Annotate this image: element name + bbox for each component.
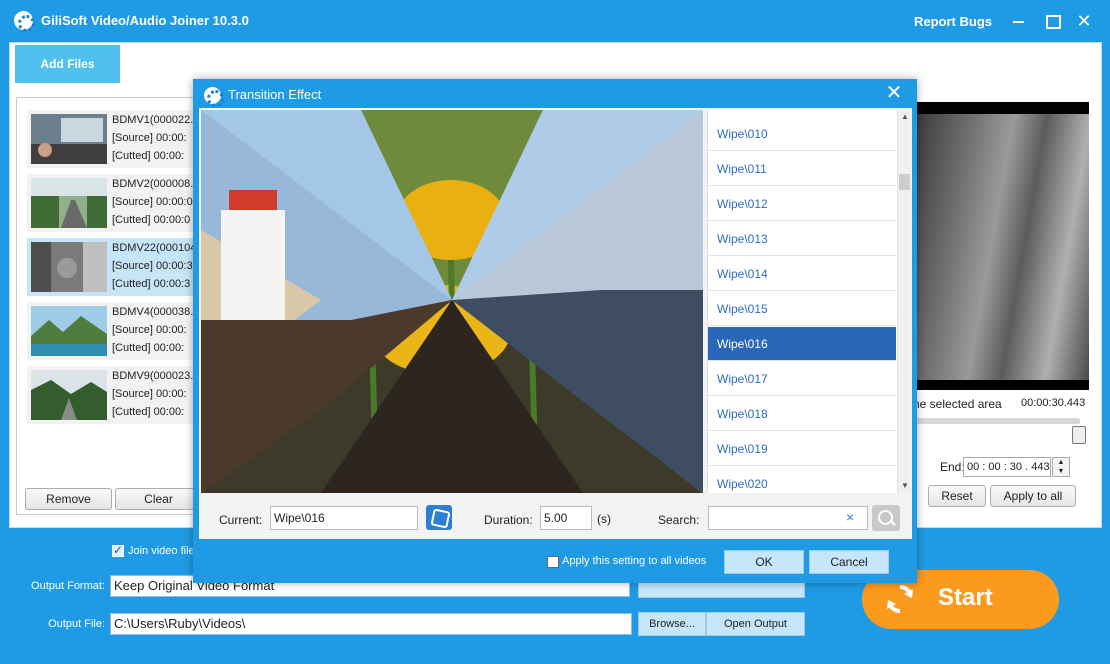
file-cutted-duration: [Cutted] 00:00:3: [112, 278, 191, 290]
list-item[interactable]: Wipe\011: [708, 152, 896, 186]
effect-list[interactable]: Wipe\010 Wipe\011 Wipe\012 Wipe\013 Wipe…: [707, 110, 910, 493]
reset-button[interactable]: Reset: [928, 485, 986, 507]
list-item[interactable]: Wipe\017: [708, 362, 896, 396]
transition-preview: [201, 110, 703, 493]
clear-button[interactable]: Clear: [115, 488, 202, 510]
transition-effect-dialog: Transition Effect ✕ Wipe\010 Wipe\011 Wi…: [193, 79, 917, 583]
list-item[interactable]: Wipe\016: [708, 327, 896, 361]
apply-all-checkbox[interactable]: [547, 556, 559, 568]
close-icon[interactable]: ✕: [1075, 12, 1093, 30]
end-label: End:: [940, 460, 965, 474]
dialog-title: Transition Effect: [228, 87, 322, 102]
file-cutted-duration: [Cutted] 00:00:: [112, 342, 185, 354]
random-dice-icon[interactable]: [426, 505, 452, 530]
output-file-label: Output File:: [48, 618, 105, 630]
apply-to-all-button[interactable]: Apply to all: [990, 485, 1076, 507]
list-item[interactable]: Wipe\018: [708, 397, 896, 431]
search-label: Search:: [658, 513, 700, 527]
duration-label: Duration:: [484, 513, 533, 527]
scroll-up-icon[interactable]: ▲: [898, 110, 910, 124]
search-icon[interactable]: [872, 505, 900, 531]
duration-field[interactable]: 5.00: [540, 506, 592, 530]
title-bar: GiliSoft Video/Audio Joiner 10.3.0 Repor…: [0, 0, 1110, 42]
file-list[interactable]: BDMV1(000022.6 [Source] 00:00: [Cutted] …: [16, 97, 216, 515]
trim-end-handle[interactable]: [1072, 426, 1086, 444]
dialog-logo-icon: [204, 87, 224, 107]
current-effect-field[interactable]: Wipe\016: [270, 506, 418, 530]
video-thumbnail: [31, 370, 107, 420]
file-cutted-duration: [Cutted] 00:00:: [112, 150, 185, 162]
app-logo-icon: [14, 11, 35, 32]
file-name: BDMV2(000008.7: [112, 178, 200, 190]
selected-area-time: 00:00:30.443: [1021, 397, 1086, 409]
end-time-stepper[interactable]: ▲ ▼: [1052, 457, 1070, 477]
current-label: Current:: [219, 513, 263, 527]
maximize-icon[interactable]: [1043, 12, 1061, 30]
minimize-icon[interactable]: [1010, 12, 1028, 30]
output-file-field[interactable]: C:\Users\Ruby\Videos\: [110, 613, 632, 635]
file-name: BDMV4(000038.3: [112, 306, 200, 318]
start-label: Start: [938, 584, 993, 611]
search-clear-icon[interactable]: ×: [846, 509, 854, 525]
file-name: BDMV1(000022.6: [112, 114, 200, 126]
effect-list-scrollbar[interactable]: ▲ ▼: [897, 110, 910, 493]
file-item[interactable]: BDMV4(000038.3 [Source] 00:00: [Cutted] …: [27, 302, 205, 360]
file-name: BDMV9(000023.9: [112, 370, 200, 382]
list-item[interactable]: Wipe\020: [708, 467, 896, 493]
duration-unit: (s): [597, 512, 611, 526]
list-item[interactable]: Wipe\014: [708, 257, 896, 291]
open-output-button[interactable]: Open Output: [706, 612, 805, 636]
refresh-icon: [887, 585, 913, 613]
output-format-label: Output Format:: [31, 580, 105, 592]
file-name: BDMV22(000104.: [112, 242, 200, 254]
ok-button[interactable]: OK: [724, 550, 804, 574]
file-item[interactable]: BDMV1(000022.6 [Source] 00:00: [Cutted] …: [27, 110, 205, 168]
list-item[interactable]: Wipe\013: [708, 222, 896, 256]
file-cutted-duration: [Cutted] 00:00:0: [112, 214, 191, 226]
file-cutted-duration: [Cutted] 00:00:: [112, 406, 185, 418]
video-thumbnail: [31, 306, 107, 356]
file-source-duration: [Source] 00:00:: [112, 388, 187, 400]
selected-area-label: ne selected area: [913, 397, 1002, 411]
file-item[interactable]: BDMV9(000023.9 [Source] 00:00: [Cutted] …: [27, 366, 205, 424]
search-input[interactable]: [708, 506, 868, 530]
join-video-label: Join video file: [128, 545, 195, 557]
preview-frame: [915, 114, 1089, 380]
scroll-thumb[interactable]: [899, 174, 910, 190]
list-item[interactable]: Wipe\012: [708, 187, 896, 221]
video-thumbnail: [31, 114, 107, 164]
file-source-duration: [Source] 00:00:: [112, 324, 187, 336]
remove-button[interactable]: Remove: [25, 488, 112, 510]
file-source-duration: [Source] 00:00:: [112, 132, 187, 144]
cancel-button[interactable]: Cancel: [809, 550, 889, 574]
video-thumbnail: [31, 242, 107, 292]
video-thumbnail: [31, 178, 107, 228]
end-time-field[interactable]: 00 : 00 : 30 . 443: [963, 457, 1051, 477]
scroll-down-icon[interactable]: ▼: [898, 479, 910, 493]
file-source-duration: [Source] 00:00:3: [112, 260, 193, 272]
file-item[interactable]: BDMV22(000104. [Source] 00:00:3 [Cutted]…: [27, 238, 205, 296]
file-source-duration: [Source] 00:00:0: [112, 196, 193, 208]
dialog-body: Wipe\010 Wipe\011 Wipe\012 Wipe\013 Wipe…: [199, 108, 912, 539]
list-item[interactable]: Wipe\019: [708, 432, 896, 466]
dialog-close-icon[interactable]: ✕: [883, 82, 905, 104]
file-item[interactable]: BDMV2(000008.7 [Source] 00:00:0 [Cutted]…: [27, 174, 205, 232]
add-files-button[interactable]: Add Files: [15, 45, 120, 83]
browse-button[interactable]: Browse...: [638, 612, 706, 636]
video-preview: [915, 102, 1089, 390]
list-item[interactable]: Wipe\010: [708, 117, 896, 151]
list-item[interactable]: Wipe\015: [708, 292, 896, 326]
trim-slider-track[interactable]: [915, 418, 1080, 424]
app-title: GiliSoft Video/Audio Joiner 10.3.0: [41, 13, 249, 28]
join-video-checkbox[interactable]: [112, 543, 124, 557]
apply-all-label: Apply this setting to all videos: [562, 555, 707, 567]
report-bugs-link[interactable]: Report Bugs: [914, 14, 992, 29]
